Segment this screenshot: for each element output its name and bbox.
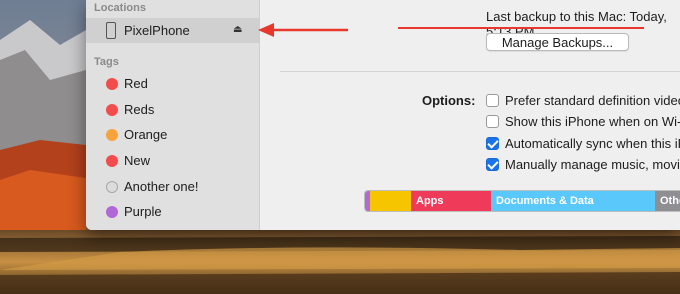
- tag-label: Reds: [124, 102, 155, 117]
- option-label: Prefer standard definition videos: [505, 93, 680, 108]
- tags-section-title: Tags: [94, 56, 119, 68]
- tag-color-dot: [106, 155, 118, 167]
- device-name-label: PixelPhone: [124, 23, 190, 38]
- tag-color-dot: [106, 78, 118, 90]
- sidebar-item-pixelphone[interactable]: PixelPhone ⏏: [86, 18, 259, 43]
- sidebar-item-tag[interactable]: Another one!: [86, 176, 259, 198]
- tag-color-dot: [106, 181, 118, 193]
- annotation-arrow: [258, 23, 348, 37]
- phone-icon: [106, 22, 116, 39]
- sidebar-item-tag[interactable]: Reds: [86, 99, 259, 121]
- storage-segment-apps: Apps: [411, 191, 491, 211]
- tag-label: Another one!: [124, 179, 199, 194]
- annotation-underline: [398, 27, 644, 29]
- checkbox[interactable]: [486, 158, 499, 171]
- locations-section-title: Locations: [94, 2, 146, 14]
- checkbox[interactable]: [486, 137, 499, 150]
- section-divider: [280, 71, 680, 72]
- sidebar-item-tag[interactable]: Red: [86, 73, 259, 95]
- finder-window: Locations PixelPhone ⏏ Tags Red Reds Ora…: [86, 0, 680, 230]
- storage-segment: [370, 191, 411, 211]
- tag-label: New: [124, 153, 151, 168]
- sidebar: Locations PixelPhone ⏏ Tags Red Reds Ora…: [86, 0, 260, 230]
- options-label: Options:: [422, 93, 476, 108]
- tag-label: Purple: [124, 204, 162, 219]
- storage-usage-bar: Apps Documents & Data Other: [364, 190, 680, 212]
- sidebar-item-tag[interactable]: Orange: [86, 124, 259, 146]
- tag-color-dot: [106, 129, 118, 141]
- tag-label: Red: [124, 76, 148, 91]
- manage-backups-button[interactable]: Manage Backups...: [486, 33, 629, 51]
- tag-color-dot: [106, 206, 118, 218]
- checkbox[interactable]: [486, 94, 499, 107]
- eject-icon[interactable]: ⏏: [233, 24, 242, 35]
- option-label: Manually manage music, movies, and TV sh…: [505, 157, 680, 172]
- tag-label: Orange: [124, 127, 168, 142]
- sidebar-item-tag[interactable]: Purple: [86, 201, 259, 223]
- option-label: Automatically sync when this iPhone is c…: [505, 136, 680, 151]
- storage-segment-other: Other: [655, 191, 680, 211]
- checkbox[interactable]: [486, 115, 499, 128]
- tag-color-dot: [106, 104, 118, 116]
- storage-segment-documents: Documents & Data: [491, 191, 655, 211]
- sidebar-item-tag[interactable]: New: [86, 150, 259, 172]
- option-label: Show this iPhone when on Wi-Fi: [505, 114, 680, 129]
